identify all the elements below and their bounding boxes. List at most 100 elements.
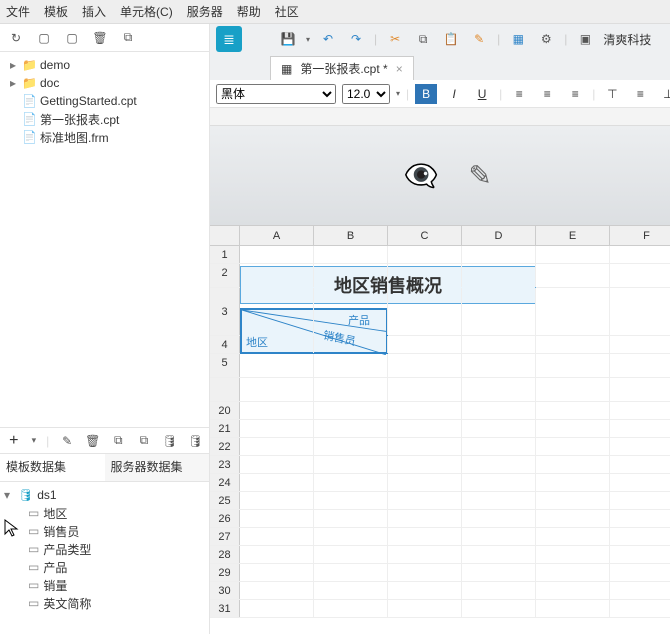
settings-icon[interactable]: ⚙ <box>536 29 556 49</box>
valign-top-icon[interactable]: ⊤ <box>601 84 623 104</box>
ruler-horizontal <box>210 108 670 126</box>
edit-ds-icon[interactable]: ✎ <box>59 431 75 451</box>
tab-icon: ▦ <box>281 62 292 76</box>
row-header[interactable]: 31 <box>210 600 240 617</box>
ds-field[interactable]: ▭产品类型 <box>4 540 205 558</box>
font-size-select[interactable]: 12.0 <box>342 84 390 104</box>
app-logo-icon: ≣ <box>216 26 242 52</box>
ds-field[interactable]: ▭英文简称 <box>4 594 205 612</box>
menu-server[interactable]: 服务器 <box>187 3 223 20</box>
copy-ds-icon[interactable]: ⧉ <box>111 431 127 451</box>
col-header[interactable]: D <box>462 226 536 245</box>
ds-field[interactable]: ▭产品 <box>4 558 205 576</box>
row-header[interactable]: 3 <box>210 288 240 335</box>
tree-item[interactable]: 📄第一张报表.cpt <box>4 110 205 128</box>
page-header-area[interactable]: 👁‍🗨 ✎ <box>210 126 670 226</box>
row-header[interactable]: 4 <box>210 336 240 353</box>
row-header[interactable]: 25 <box>210 492 240 509</box>
ds-root[interactable]: ▾🛢ds1 <box>4 486 205 504</box>
db1-icon[interactable]: 🛢 <box>162 431 178 451</box>
dataset-toolbar: + ▾ | ✎ 🗑 ⧉ ⧉ 🛢 🛢 <box>0 427 209 453</box>
tree-item[interactable]: ▸📁doc <box>4 74 205 92</box>
align-right-icon[interactable]: ≡ <box>564 84 586 104</box>
save-icon[interactable]: 💾 <box>278 29 298 49</box>
ds-field[interactable]: ▭销售员 <box>4 522 205 540</box>
file-icon: 📄 <box>22 130 36 144</box>
row-header[interactable]: 20 <box>210 402 240 419</box>
row-header[interactable] <box>210 378 240 401</box>
row-header[interactable]: 22 <box>210 438 240 455</box>
redo-icon[interactable]: ↷ <box>346 29 366 49</box>
underline-button[interactable]: U <box>471 84 493 104</box>
paste-icon[interactable]: 📋 <box>441 29 461 49</box>
row-header[interactable]: 29 <box>210 564 240 581</box>
left-panel: ↻ ▢ ▢ 🗑 ⧉ ▸📁demo ▸📁doc 📄GettingStarted.c… <box>0 24 210 634</box>
row-header[interactable]: 1 <box>210 246 240 263</box>
copy-icon[interactable]: ⧉ <box>118 28 138 48</box>
menu-insert[interactable]: 插入 <box>82 3 106 20</box>
tree-item[interactable]: ▸📁demo <box>4 56 205 74</box>
edit-header-icon[interactable]: ✎ <box>468 159 491 192</box>
add-ds-icon[interactable]: + <box>6 431 22 451</box>
document-tab[interactable]: ▦ 第一张报表.cpt * × <box>270 56 414 80</box>
ds-field[interactable]: ▭销量 <box>4 576 205 594</box>
menu-help[interactable]: 帮助 <box>237 3 261 20</box>
italic-button[interactable]: I <box>443 84 465 104</box>
menu-community[interactable]: 社区 <box>275 3 299 20</box>
col-header[interactable]: C <box>388 226 462 245</box>
paste-ds-icon[interactable]: ⧉ <box>136 431 152 451</box>
delete-ds-icon[interactable]: 🗑 <box>85 431 101 451</box>
db2-icon[interactable]: 🛢 <box>187 431 203 451</box>
row-header[interactable]: 28 <box>210 546 240 563</box>
dataset-tree: ▾🛢ds1 ▭地区 ▭销售员 ▭产品类型 ▭产品 ▭销量 ▭英文简称 <box>0 482 209 616</box>
delete-icon[interactable]: 🗑 <box>90 28 110 48</box>
cursor-icon <box>4 519 22 537</box>
col-header[interactable]: A <box>240 226 314 245</box>
col-header[interactable]: B <box>314 226 388 245</box>
db-icon: 🛢 <box>18 488 33 502</box>
newfolder-icon[interactable]: ▢ <box>62 28 82 48</box>
visibility-off-icon[interactable]: 👁‍🗨 <box>404 159 439 192</box>
col-header[interactable]: E <box>536 226 610 245</box>
menu-template[interactable]: 模板 <box>44 3 68 20</box>
file-icon: 📄 <box>22 94 36 108</box>
right-panel: ≣ 💾 ▾ ↶ ↷ | ✂ ⧉ 📋 ✎ | ▦ ⚙ | ▣ 清爽科技 ▦ 第一张… <box>210 24 670 634</box>
file-toolbar: ↻ ▢ ▢ 🗑 ⧉ <box>0 24 209 52</box>
col-header[interactable]: F <box>610 226 670 245</box>
main-toolbar: ≣ 💾 ▾ ↶ ↷ | ✂ ⧉ 📋 ✎ | ▦ ⚙ | ▣ 清爽科技 <box>210 24 670 54</box>
tab-template-ds[interactable]: 模板数据集 <box>0 454 105 481</box>
row-header[interactable]: 2 <box>210 264 240 287</box>
refresh-icon[interactable]: ↻ <box>6 28 26 48</box>
close-icon[interactable]: × <box>396 62 403 76</box>
row-header[interactable]: 26 <box>210 510 240 527</box>
copy-icon[interactable]: ⧉ <box>413 29 433 49</box>
tab-server-ds[interactable]: 服务器数据集 <box>105 454 210 481</box>
row-header[interactable]: 23 <box>210 456 240 473</box>
preview-icon[interactable]: ▦ <box>508 29 528 49</box>
dataset-tabs: 模板数据集 服务器数据集 <box>0 453 209 482</box>
app1-icon[interactable]: ▣ <box>575 29 595 49</box>
select-all-corner[interactable] <box>210 226 240 245</box>
newfile-icon[interactable]: ▢ <box>34 28 54 48</box>
row-header[interactable]: 21 <box>210 420 240 437</box>
file-tree: ▸📁demo ▸📁doc 📄GettingStarted.cpt 📄第一张报表.… <box>0 52 209 427</box>
tree-item[interactable]: 📄标准地图.frm <box>4 128 205 146</box>
undo-icon[interactable]: ↶ <box>318 29 338 49</box>
valign-bot-icon[interactable]: ⊥ <box>657 84 670 104</box>
cut-icon[interactable]: ✂ <box>385 29 405 49</box>
ds-field[interactable]: ▭地区 <box>4 504 205 522</box>
row-header[interactable]: 5 <box>210 354 240 377</box>
menu-cell[interactable]: 单元格(C) <box>120 3 173 20</box>
row-header[interactable]: 30 <box>210 582 240 599</box>
align-center-icon[interactable]: ≡ <box>536 84 558 104</box>
row-header[interactable]: 24 <box>210 474 240 491</box>
format-toolbar: 黑体 12.0 ▾ | B I U | ≡ ≡ ≡ | ⊤ ≡ ⊥ <box>210 80 670 108</box>
font-select[interactable]: 黑体 <box>216 84 336 104</box>
menu-file[interactable]: 文件 <box>6 3 30 20</box>
row-header[interactable]: 27 <box>210 528 240 545</box>
align-left-icon[interactable]: ≡ <box>508 84 530 104</box>
bold-button[interactable]: B <box>415 84 437 104</box>
brush-icon[interactable]: ✎ <box>469 29 489 49</box>
tree-item[interactable]: 📄GettingStarted.cpt <box>4 92 205 110</box>
valign-mid-icon[interactable]: ≡ <box>629 84 651 104</box>
